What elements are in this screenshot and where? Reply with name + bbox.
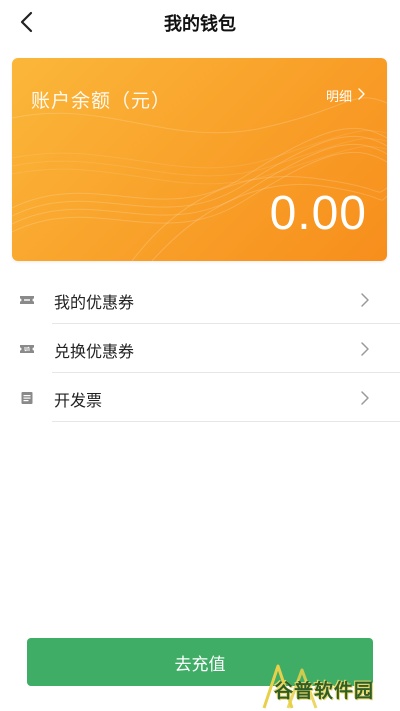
detail-link[interactable]: 明细 [326, 86, 365, 105]
divider [52, 421, 400, 422]
menu-item-my-coupons[interactable]: 我的优惠券 [0, 275, 400, 324]
balance-label: 账户余额（元） [31, 90, 172, 112]
chevron-right-icon [360, 341, 370, 357]
menu-item-label: 兑换优惠券 [54, 342, 135, 361]
detail-label: 明细 [325, 90, 352, 105]
page-title: 我的钱包 [164, 14, 236, 35]
top-bar: 我的钱包 [0, 0, 400, 46]
menu-item-label: 我的优惠券 [54, 293, 135, 312]
invoice-icon [19, 390, 35, 404]
menu-item-exchange-coupon[interactable]: 兑换优惠券 [0, 324, 400, 373]
chevron-right-icon [360, 390, 370, 406]
chevron-right-icon [360, 292, 370, 308]
balance-card: 账户余额（元） 明细 0.00 [12, 58, 387, 261]
exchange-coupon-icon [19, 341, 35, 355]
coupon-icon [19, 292, 35, 306]
wallet-menu: 我的优惠券 兑换优惠券 开发票 [0, 275, 400, 422]
menu-item-label: 开发票 [54, 391, 103, 410]
menu-item-invoice[interactable]: 开发票 [0, 373, 400, 422]
wallet-page: 我的钱包 账户余额（元） 明细 0.00 我的优惠券 兑换优惠券 开发票 去充值… [0, 0, 400, 711]
chevron-right-icon [352, 87, 365, 104]
balance-amount: 0.00 [269, 187, 367, 240]
recharge-button[interactable]: 去充值 [27, 638, 373, 686]
